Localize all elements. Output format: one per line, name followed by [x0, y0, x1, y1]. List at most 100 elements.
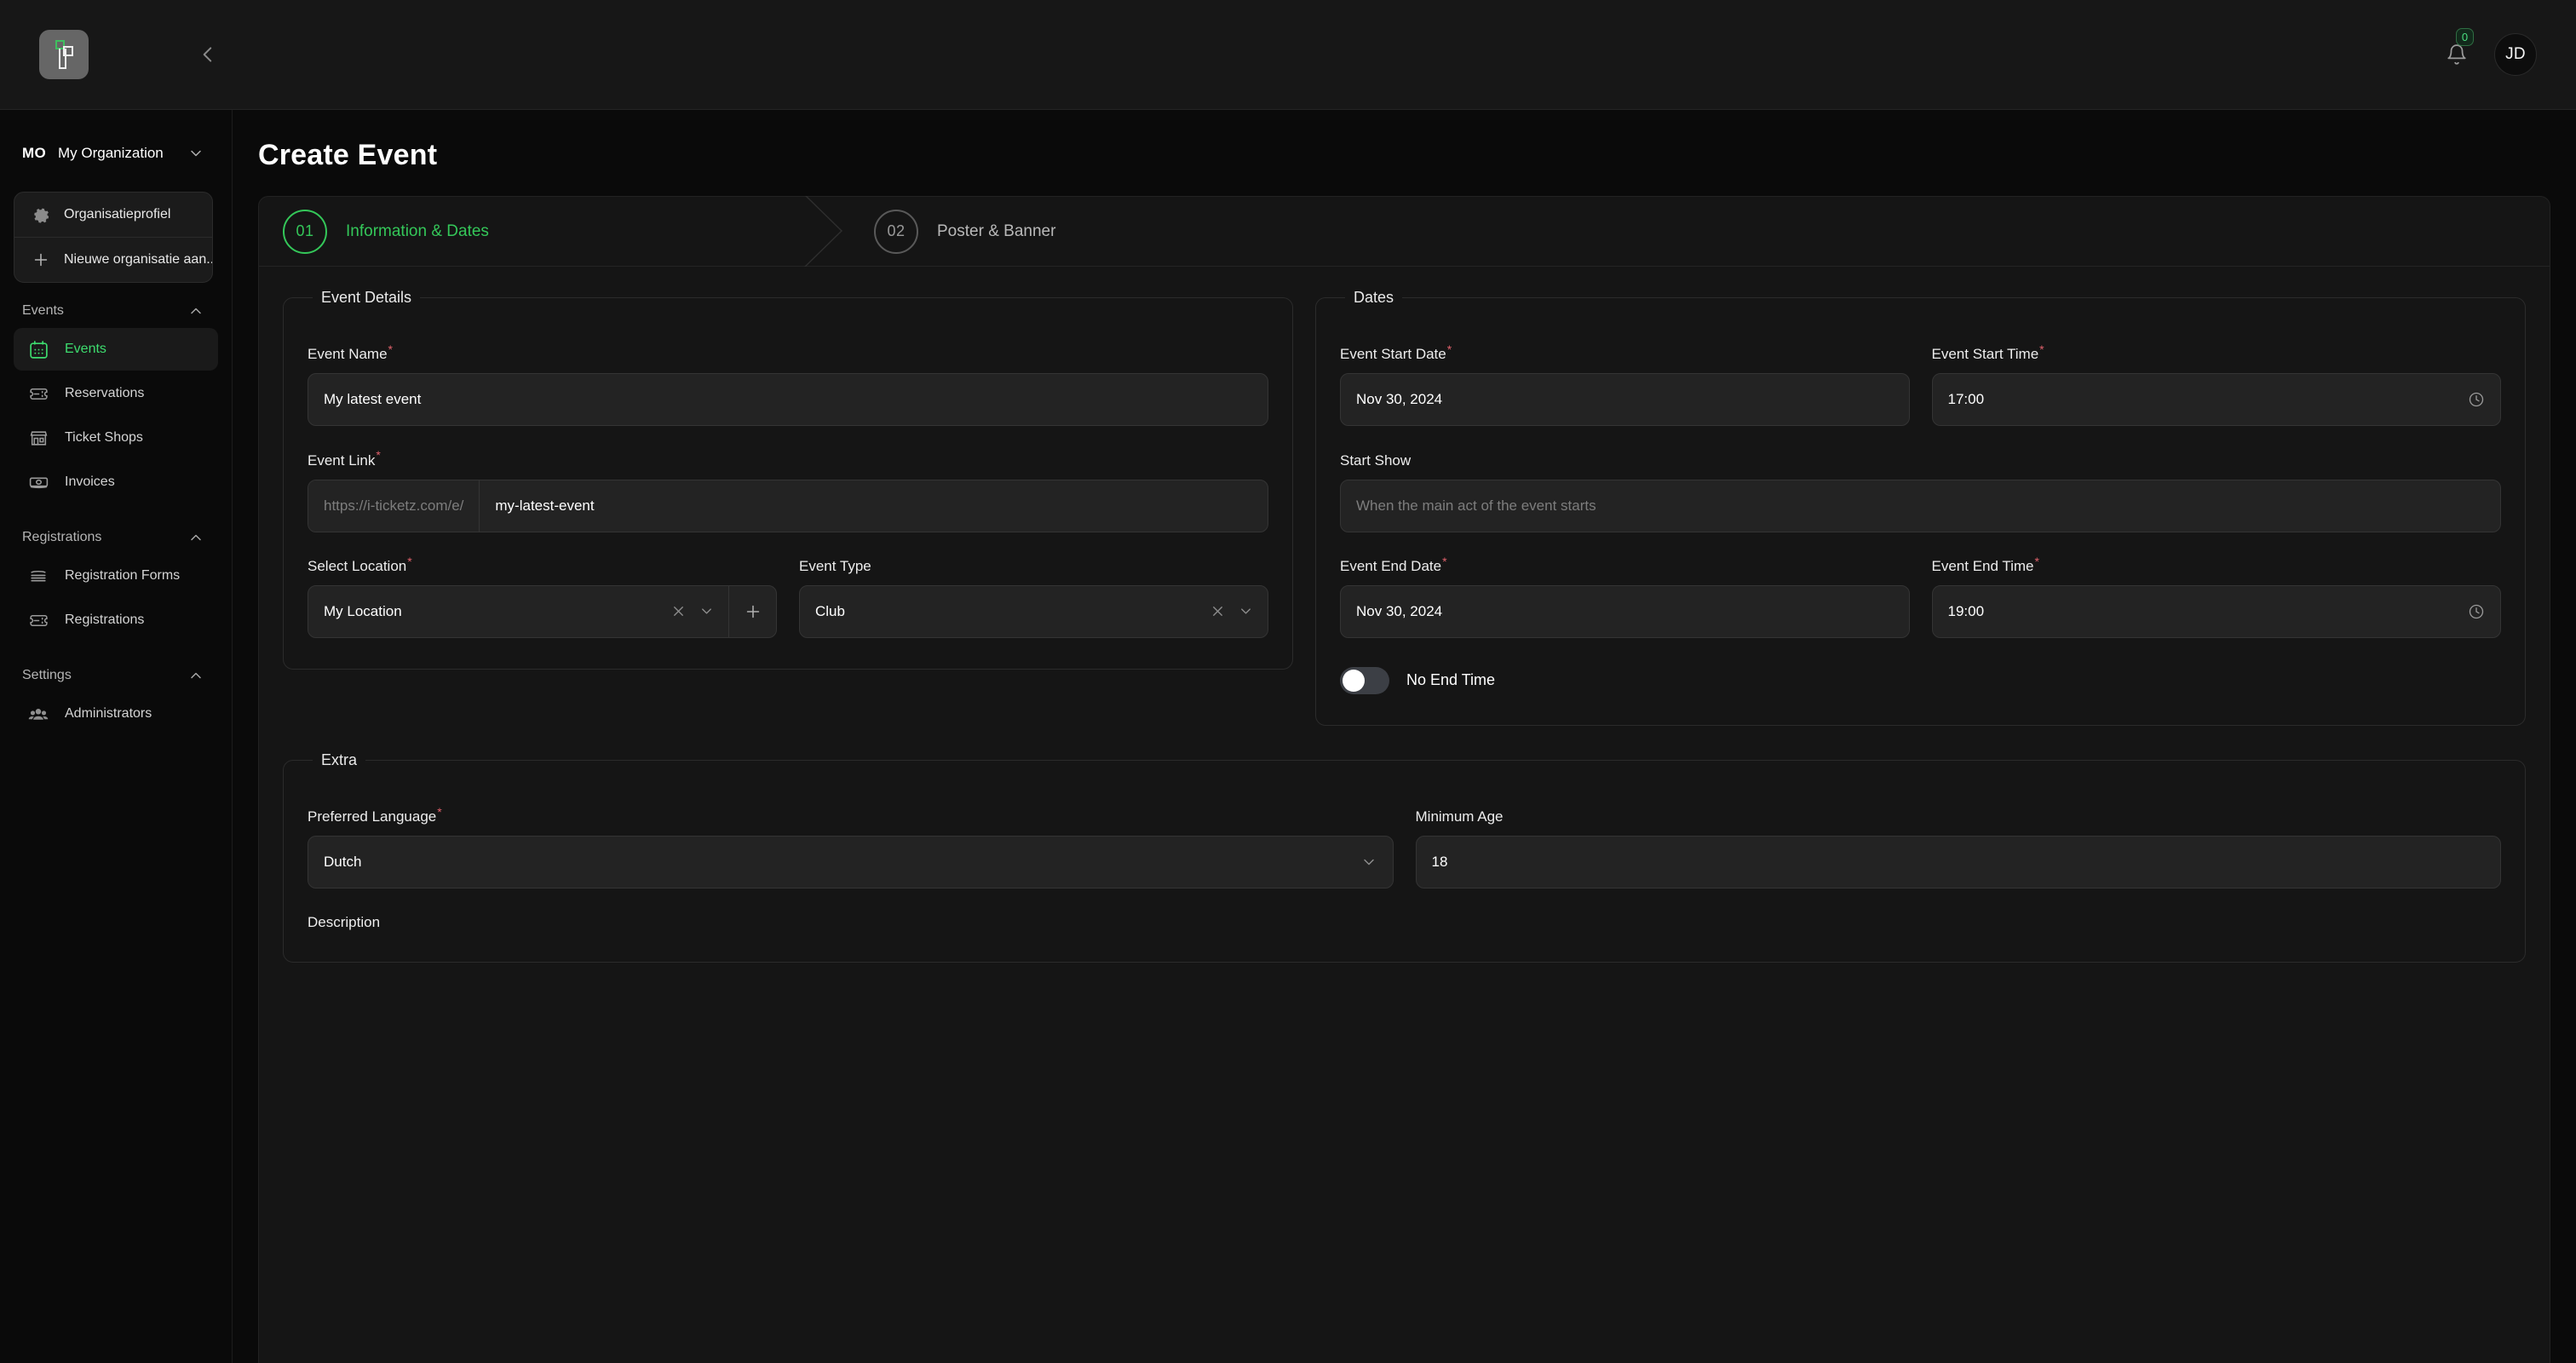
select-location-label: Select Location: [308, 557, 407, 574]
step-number-badge: 01: [283, 209, 327, 254]
event-start-date-input[interactable]: Nov 30, 2024: [1340, 373, 1910, 427]
org-abbreviation: MO: [22, 145, 46, 161]
required-marker: *: [388, 342, 393, 356]
extra-legend: Extra: [321, 751, 358, 768]
create-event-card: 01 Information & Dates 02 Poster & Banne…: [258, 196, 2550, 1363]
org-name: My Organization: [57, 145, 164, 161]
sidebar-item-registrations[interactable]: Registrations: [14, 599, 218, 641]
event-type-combo[interactable]: Club: [799, 584, 1268, 638]
event-end-date-input[interactable]: Nov 30, 2024: [1340, 584, 1910, 638]
event-link-slug-input[interactable]: my-latest-event: [480, 480, 1268, 532]
event-start-time-input[interactable]: 17:00: [1931, 373, 2501, 427]
sidebar-section-registrations[interactable]: Registrations: [0, 529, 232, 546]
sidebar-section-label: Events: [22, 303, 64, 318]
field-event-end-time: Event End Time* 19:00: [1931, 554, 2501, 638]
sidebar-item-label: Registration Forms: [65, 568, 181, 583]
plus-icon: [32, 250, 50, 269]
stepper: 01 Information & Dates 02 Poster & Banne…: [259, 196, 2550, 267]
org-menu-item-profile[interactable]: Organisatieprofiel: [14, 193, 212, 237]
event-type-label: Event Type: [799, 557, 871, 574]
step-information-and-dates[interactable]: 01 Information & Dates: [259, 197, 804, 266]
sidebar-item-invoices[interactable]: Invoices: [14, 461, 218, 503]
step-poster-and-banner[interactable]: 02 Poster & Banner: [850, 197, 1055, 266]
clear-icon[interactable]: [670, 603, 687, 619]
org-switcher[interactable]: MO My Organization: [0, 134, 232, 173]
users-icon: [27, 703, 49, 725]
select-location-value: My Location: [324, 602, 402, 619]
select-location-combo[interactable]: My Location: [308, 584, 777, 638]
sidebar-item-reservations[interactable]: Reservations: [14, 372, 218, 415]
field-preferred-language: Preferred Language* Dutch: [308, 805, 1394, 889]
org-menu-item-label: Nieuwe organisatie aan...: [64, 252, 213, 267]
required-marker: *: [376, 448, 381, 463]
chevron-up-icon: [187, 529, 204, 546]
no-end-time-label: No End Time: [1406, 671, 1496, 689]
chevron-down-icon: [1360, 854, 1377, 871]
step-label: Information & Dates: [346, 221, 489, 240]
event-start-date-label: Event Start Date: [1340, 346, 1446, 363]
required-marker: *: [407, 554, 412, 568]
money-icon: [27, 471, 49, 493]
sidebar-item-label: Reservations: [65, 386, 145, 400]
event-end-time-value: 19:00: [1947, 602, 1985, 619]
sidebar-item-administrators[interactable]: Administrators: [14, 693, 218, 735]
event-link-label: Event Link: [308, 451, 376, 469]
sidebar-item-events[interactable]: Events: [14, 328, 218, 371]
sidebar-item-label: Invoices: [65, 474, 115, 489]
chevron-up-icon: [187, 302, 204, 319]
clear-icon[interactable]: [1210, 603, 1226, 619]
app-root: 0 JD MO My Organization Discounts: [0, 0, 2576, 1363]
preferred-language-label: Preferred Language: [308, 808, 437, 825]
notifications-button[interactable]: 0: [2438, 28, 2475, 73]
step-divider: [804, 196, 850, 267]
required-marker: *: [1442, 554, 1447, 568]
plus-icon: [746, 605, 759, 618]
sidebar-section-settings[interactable]: Settings: [0, 667, 232, 684]
start-show-input[interactable]: When the main act of the event starts: [1340, 479, 2501, 532]
minimum-age-input[interactable]: 18: [1415, 836, 2501, 889]
required-marker: *: [2039, 342, 2044, 356]
top-bar-actions: 0 JD: [2438, 28, 2537, 76]
back-button[interactable]: [189, 36, 227, 73]
sidebar-item-registration-forms[interactable]: Registration Forms: [14, 555, 218, 597]
chevron-down-icon[interactable]: [699, 603, 715, 619]
no-end-time-toggle[interactable]: [1340, 666, 1389, 694]
avatar[interactable]: JD: [2494, 33, 2537, 76]
event-end-date-label: Event End Date: [1340, 557, 1442, 574]
sidebar-section-label: Settings: [22, 668, 72, 682]
form-icon: [27, 565, 49, 587]
no-end-time-row: No End Time: [1340, 666, 2501, 694]
event-end-time-input[interactable]: 19:00: [1931, 584, 2501, 638]
ticket-icon: [27, 609, 49, 631]
event-start-time-label: Event Start Time: [1931, 346, 2039, 363]
org-dropdown-menu: Organisatieprofiel Nieuwe organisatie aa…: [14, 192, 213, 283]
event-link-input-group: https://i-ticketz.com/e/ my-latest-event: [308, 479, 1268, 532]
sidebar-item-label: Events: [65, 342, 106, 356]
sidebar-section-label: Registrations: [22, 530, 102, 544]
preferred-language-value: Dutch: [324, 854, 362, 871]
select-location-actions: [670, 586, 728, 637]
app-logo[interactable]: [39, 30, 89, 79]
sidebar-item-ticket-shops[interactable]: Ticket Shops: [14, 417, 218, 459]
clock-icon[interactable]: [2468, 391, 2485, 408]
field-event-name: Event Name* My latest event: [308, 342, 1268, 427]
clock-icon[interactable]: [2468, 603, 2485, 620]
event-end-time-label: Event End Time: [1931, 557, 2034, 574]
field-event-link: Event Link* https://i-ticketz.com/e/ my-…: [308, 448, 1268, 532]
event-details-group: Event Details Event Name* My latest even…: [283, 289, 1293, 670]
end-row: Event End Date* Nov 30, 2024 Event End T…: [1340, 555, 2501, 638]
chevron-down-icon[interactable]: [1238, 603, 1254, 619]
top-bar: 0 JD: [0, 0, 2576, 110]
sidebar-item-label: Ticket Shops: [65, 430, 143, 445]
sidebar-section-events[interactable]: Events: [0, 302, 232, 319]
extra-group: Extra Preferred Language* Dutch Minimum …: [283, 751, 2526, 963]
sidebar-item-label: Administrators: [65, 706, 152, 721]
required-marker: *: [2034, 554, 2039, 568]
event-link-prefix: https://i-ticketz.com/e/: [308, 480, 480, 532]
event-name-input[interactable]: My latest event: [308, 373, 1268, 427]
required-marker: *: [437, 804, 442, 819]
field-event-start-date: Event Start Date* Nov 30, 2024: [1340, 342, 1910, 427]
preferred-language-select[interactable]: Dutch: [308, 836, 1394, 889]
add-location-button[interactable]: [728, 585, 776, 637]
org-menu-item-new-organization[interactable]: Nieuwe organisatie aan...: [14, 238, 212, 282]
